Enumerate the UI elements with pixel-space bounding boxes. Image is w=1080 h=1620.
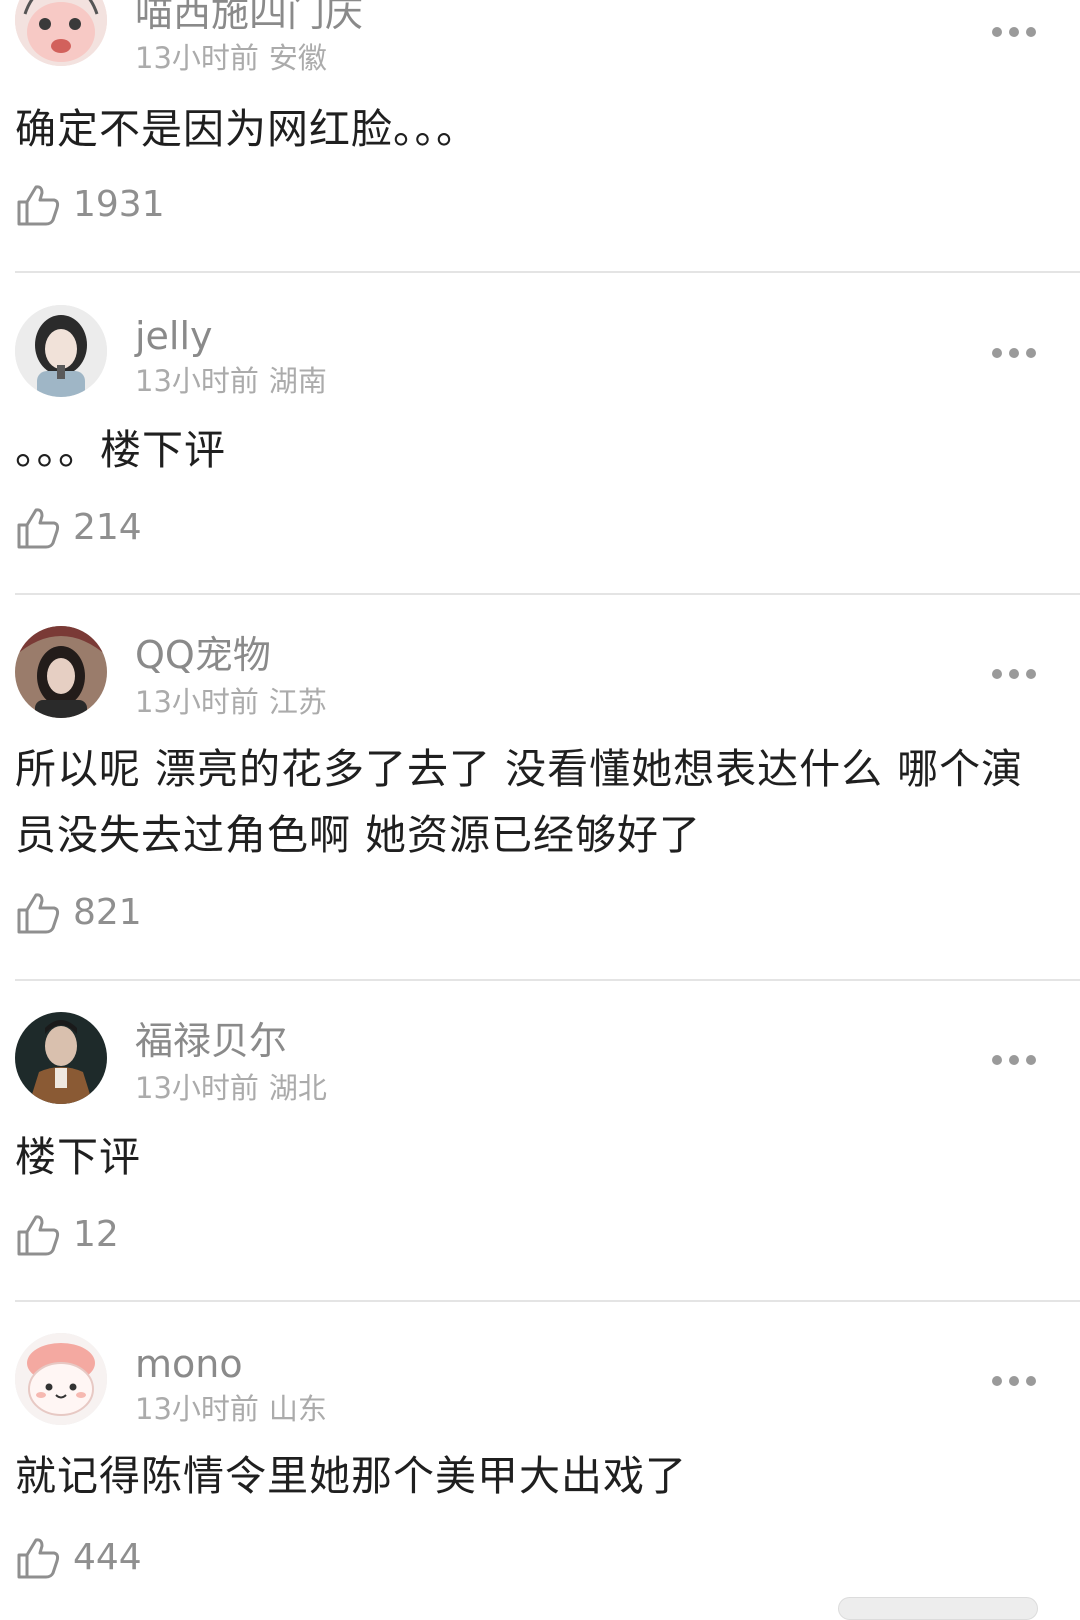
comment-text: 楼下评 bbox=[15, 1133, 141, 1181]
comment-text: 确定不是因为网红脸。。。 bbox=[15, 105, 478, 153]
more-options-icon[interactable] bbox=[992, 22, 1036, 42]
thumbs-up-icon bbox=[17, 893, 60, 934]
comment-region: 山东 bbox=[268, 1392, 327, 1426]
comment-meta: 13小时前 湖南 bbox=[135, 363, 327, 399]
thumbs-up-icon bbox=[17, 508, 60, 549]
cartoon-avatar-icon bbox=[15, 0, 107, 66]
username[interactable]: 福禄贝尔 bbox=[135, 1018, 287, 1064]
user-avatar[interactable] bbox=[15, 626, 107, 718]
like-button[interactable]: 12 bbox=[15, 1210, 119, 1260]
comment-region: 湖北 bbox=[268, 1071, 327, 1105]
comment-feed: 喵西施四门庆 13小时前安徽 确定不是因为网红脸。。。 1931 jelly bbox=[0, 0, 1080, 1620]
comment-item: mono 13小时前 山东 就记得陈情令里她那个美甲大出戏了 444 bbox=[0, 1333, 1080, 1620]
more-options-icon[interactable] bbox=[992, 343, 1036, 363]
username[interactable]: QQ宠物 bbox=[135, 632, 271, 678]
username[interactable]: mono bbox=[135, 1341, 243, 1387]
username[interactable]: 喵西施四门庆 bbox=[135, 0, 363, 36]
comment-time: 13小时前 bbox=[135, 1392, 259, 1426]
username[interactable]: jelly bbox=[135, 313, 213, 359]
comment-time: 13小时前 bbox=[135, 1071, 259, 1105]
thumbs-up-icon bbox=[17, 185, 60, 226]
photo-avatar-icon bbox=[15, 1012, 107, 1104]
thumbs-up-icon bbox=[17, 1215, 60, 1256]
comment-text: 所以呢 漂亮的花多了去了 没看懂她想表达什么 哪个演员没失去过角色啊 她资源已经… bbox=[15, 745, 1024, 859]
photo-avatar-icon bbox=[15, 626, 107, 718]
comment-time: 13小时前 bbox=[135, 364, 259, 398]
divider bbox=[15, 271, 1080, 273]
like-count: 12 bbox=[73, 1214, 119, 1255]
like-count: 821 bbox=[73, 892, 142, 933]
comment-item: jelly 13小时前 湖南 。。。楼下评 214 bbox=[0, 305, 1080, 637]
like-button[interactable]: 444 bbox=[15, 1533, 142, 1583]
comment-region: 湖南 bbox=[268, 364, 327, 398]
like-count: 444 bbox=[73, 1537, 142, 1578]
comment-region: 安徽 bbox=[268, 41, 327, 75]
like-count: 1931 bbox=[73, 184, 165, 225]
cartoon-avatar-icon bbox=[15, 1333, 107, 1425]
like-count: 214 bbox=[73, 507, 142, 548]
divider bbox=[15, 593, 1080, 595]
bottom-scroll-indicator bbox=[838, 1597, 1038, 1620]
more-options-icon[interactable] bbox=[992, 1371, 1036, 1391]
more-options-icon[interactable] bbox=[992, 1050, 1036, 1070]
thumbs-up-icon bbox=[17, 1538, 60, 1579]
comment-item: 喵西施四门庆 13小时前 安徽 确定不是因为网红脸。。。 1931 bbox=[0, 0, 1080, 302]
divider bbox=[15, 1300, 1080, 1302]
comment-text: 就记得陈情令里她那个美甲大出戏了 bbox=[15, 1452, 687, 1500]
user-avatar[interactable] bbox=[15, 1012, 107, 1104]
photo-avatar-icon bbox=[15, 305, 107, 397]
comment-time: 13小时前 bbox=[135, 685, 259, 719]
like-button[interactable]: 821 bbox=[15, 888, 142, 938]
user-avatar[interactable] bbox=[15, 1333, 107, 1425]
comment-meta: 13小时前 安徽 bbox=[135, 40, 327, 76]
comment-time: 13小时前 bbox=[135, 41, 259, 75]
comment-text: 。。。楼下评 bbox=[15, 426, 226, 474]
comment-meta: 13小时前 江苏 bbox=[135, 684, 327, 720]
comment-item: 福禄贝尔 13小时前 湖北 楼下评 12 bbox=[0, 1012, 1080, 1344]
comment-meta: 13小时前 湖北 bbox=[135, 1070, 327, 1106]
comment-meta: 13小时前 山东 bbox=[135, 1391, 327, 1427]
comment-item: QQ宠物 13小时前 江苏 所以呢 漂亮的花多了去了 没看懂她想表达什么 哪个演员… bbox=[0, 626, 1080, 978]
divider bbox=[15, 979, 1080, 981]
like-button[interactable]: 1931 bbox=[15, 180, 165, 230]
user-avatar[interactable] bbox=[15, 305, 107, 397]
comment-region: 江苏 bbox=[268, 685, 327, 719]
more-options-icon[interactable] bbox=[992, 664, 1036, 684]
like-button[interactable]: 214 bbox=[15, 503, 142, 553]
user-avatar[interactable] bbox=[15, 0, 107, 66]
